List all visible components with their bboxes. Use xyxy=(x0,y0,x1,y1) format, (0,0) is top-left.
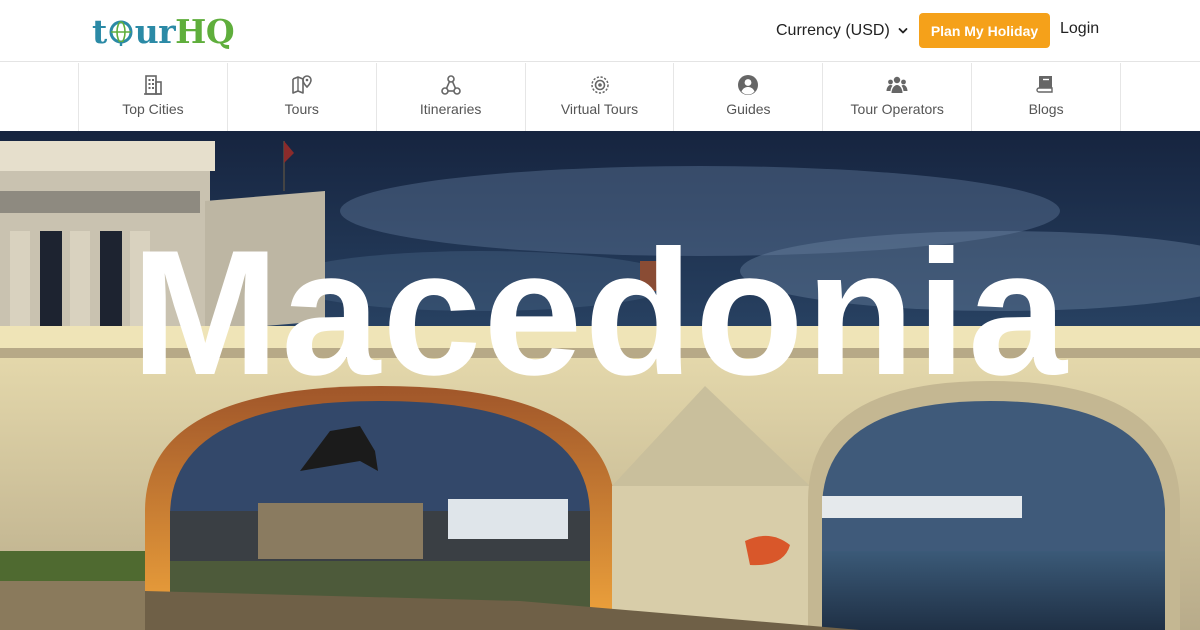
globe-icon xyxy=(109,20,133,46)
hero-title: Macedonia xyxy=(131,213,1069,412)
user-circle-icon xyxy=(738,75,759,95)
group-icon xyxy=(886,76,908,93)
nav-label: Guides xyxy=(726,101,771,117)
hero-banner: Macedonia xyxy=(0,131,1200,630)
plan-my-holiday-button[interactable]: Plan My Holiday xyxy=(919,13,1050,48)
site-header: t urHQ Currency (USD) Plan My Holiday Lo… xyxy=(0,0,1200,62)
nav-label: Tours xyxy=(284,101,319,117)
nav-label: Tour Operators xyxy=(850,101,944,117)
logo-text-hq: HQ xyxy=(175,12,235,51)
virtual-tour-icon xyxy=(590,76,609,94)
logo-text-t: t xyxy=(92,12,107,51)
nav-label: Itineraries xyxy=(419,101,482,117)
nav-label: Top Cities xyxy=(122,101,184,117)
currency-label: Currency (USD) xyxy=(776,22,890,39)
nav-label: Blogs xyxy=(1028,101,1064,117)
login-link[interactable]: Login xyxy=(1060,20,1099,38)
nav-item-blogs[interactable]: Blogs xyxy=(972,63,1122,131)
nav-item-virtual-tours[interactable]: Virtual Tours xyxy=(526,63,675,131)
nav-label: Virtual Tours xyxy=(560,101,639,117)
nav-item-guides[interactable]: Guides xyxy=(674,63,824,131)
route-nodes-icon xyxy=(440,75,461,95)
currency-selector[interactable]: Currency (USD) xyxy=(776,20,908,42)
logo-text-ur: ur xyxy=(134,12,176,51)
nav-item-tour-operators[interactable]: Tour Operators xyxy=(823,63,973,131)
main-nav: Top Cities Tours Itineraries Virtual Tou… xyxy=(78,63,1122,131)
nav-item-top-cities[interactable]: Top Cities xyxy=(79,63,228,131)
tourhq-logo[interactable]: t urHQ xyxy=(92,8,235,52)
map-pin-icon xyxy=(291,75,312,94)
nav-item-itineraries[interactable]: Itineraries xyxy=(377,63,526,131)
nav-item-tours[interactable]: Tours xyxy=(228,63,377,131)
chevron-down-icon xyxy=(898,28,908,34)
building-icon xyxy=(143,75,162,95)
book-icon xyxy=(1036,76,1053,93)
